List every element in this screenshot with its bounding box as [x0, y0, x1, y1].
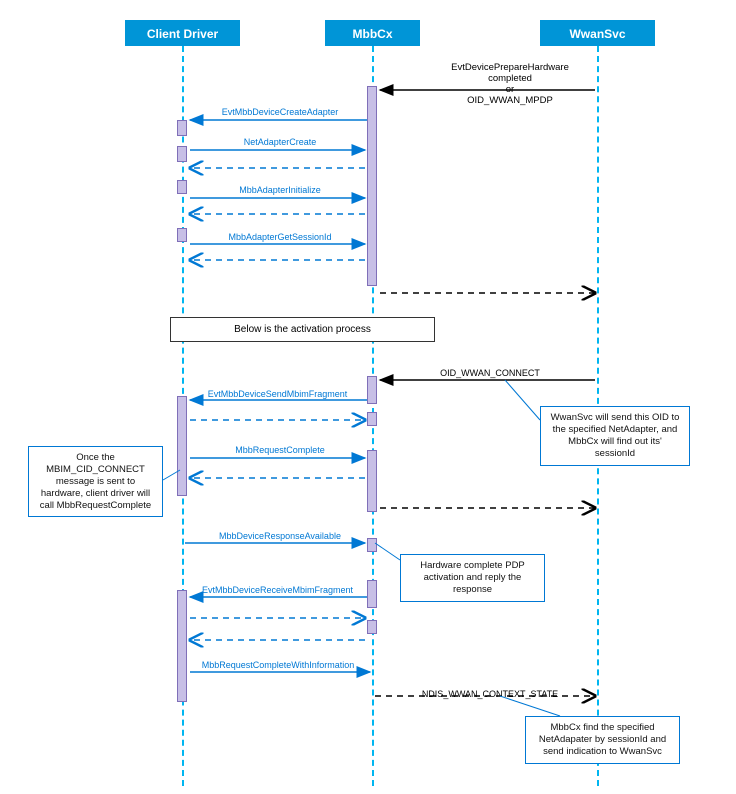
msg-netadapter-create: NetAdapterCreate	[200, 137, 360, 147]
activation-mbbcx-2b	[367, 412, 377, 426]
activation-mbbcx-6	[367, 620, 377, 634]
msg-recv-fragment: EvtMbbDeviceReceiveMbimFragment	[190, 585, 365, 595]
callout-request: Once the MBIM_CID_CONNECT message is sen…	[28, 446, 163, 517]
callout-ndis: MbbCx find the specified NetAdapater by …	[525, 716, 680, 764]
msg-req-complete-info: MbbRequestCompleteWithInformation	[188, 660, 368, 670]
actor-client: Client Driver	[125, 20, 240, 46]
msg-ndis-context: NDIS_WWAN_CONTEXT_STATE	[400, 689, 580, 699]
activation-client-5	[177, 590, 187, 702]
msg-request-complete: MbbRequestComplete	[200, 445, 360, 455]
activation-mbbcx-1	[367, 86, 377, 286]
activation-client-2	[177, 180, 187, 194]
msg-get-session: MbbAdapterGetSessionId	[200, 232, 360, 242]
top-trigger-note: EvtDevicePrepareHardware completed or OI…	[430, 62, 590, 106]
activation-client-1b	[177, 146, 187, 162]
activation-mbbcx-3	[367, 450, 377, 512]
callout-hardware: Hardware complete PDP activation and rep…	[400, 554, 545, 602]
callout-wwansvc: WwanSvc will send this OID to the specif…	[540, 406, 690, 466]
msg-send-fragment: EvtMbbDeviceSendMbimFragment	[190, 389, 365, 399]
msg-adapter-init: MbbAdapterInitialize	[200, 185, 360, 195]
msg-create-adapter: EvtMbbDeviceCreateAdapter	[200, 107, 360, 117]
activation-mbbcx-2	[367, 376, 377, 404]
trigger-line2: or	[430, 84, 590, 95]
activation-client-4	[177, 396, 187, 496]
msg-oid-connect: OID_WWAN_CONNECT	[400, 368, 580, 378]
activation-mbbcx-5	[367, 580, 377, 608]
actor-mbbcx: MbbCx	[325, 20, 420, 46]
msg-response-available: MbbDeviceResponseAvailable	[200, 531, 360, 541]
activation-mbbcx-4	[367, 538, 377, 552]
activation-divider: Below is the activation process	[170, 317, 435, 342]
trigger-line3: OID_WWAN_MPDP	[430, 95, 590, 106]
trigger-line1: EvtDevicePrepareHardware completed	[430, 62, 590, 84]
sequence-diagram: Client Driver MbbCx WwanSvc EvtDevicePre…	[0, 0, 736, 794]
activation-client-3	[177, 228, 187, 242]
actor-wwansvc: WwanSvc	[540, 20, 655, 46]
activation-client-1	[177, 120, 187, 136]
